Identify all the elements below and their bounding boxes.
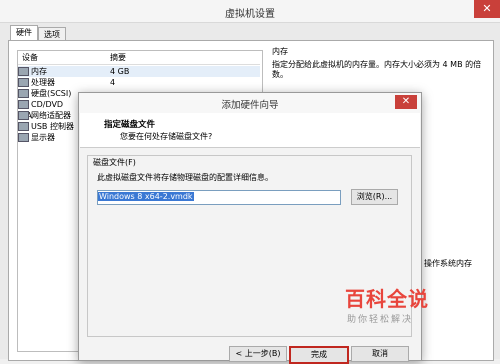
device-row-harddisk[interactable]: 硬盘(SCSI) [18, 88, 78, 99]
memory-icon [18, 67, 29, 76]
window-title: 虚拟机设置 [225, 9, 275, 20]
header-divider [18, 64, 260, 65]
memory-panel-desc: 指定分配给此虚拟机的内存量。内存大小必须为 4 MB 的倍数。 [272, 60, 482, 79]
disk-file-input[interactable]: Windows 8 x64-2.vmdk [97, 190, 341, 205]
guest-os-memory-label: 操作系统内存 [424, 259, 472, 268]
wizard-heading: 指定磁盘文件 [104, 120, 156, 130]
window-title-bar: 虚拟机设置 ✕ [0, 0, 500, 23]
display-icon [18, 133, 29, 142]
cdrom-icon [18, 100, 29, 109]
device-name: 显示器 [31, 133, 55, 142]
device-name: 网络适配器 [31, 111, 71, 120]
column-header-summary[interactable]: 摘要 [110, 52, 126, 64]
dialog-title-bar: 添加硬件向导 ✕ [79, 93, 421, 113]
harddisk-icon [18, 89, 29, 98]
close-icon[interactable]: ✕ [395, 95, 417, 109]
device-summary: 4 [110, 78, 116, 87]
device-row-network[interactable]: 网络适配器 [18, 110, 78, 121]
device-row-memory[interactable]: 内存 4 GB [18, 66, 260, 77]
wizard-header: 指定磁盘文件 您要在何处存储磁盘文件? [80, 113, 420, 148]
watermark-main: 百科全说 [345, 287, 429, 311]
usb-icon [18, 122, 29, 131]
device-row-display[interactable]: 显示器 [18, 132, 78, 143]
memory-panel-title: 内存 [272, 47, 288, 56]
device-name: 处理器 [31, 78, 55, 87]
device-name: 内存 [31, 67, 47, 76]
watermark: 百科全说 助你轻松解决 [345, 283, 465, 335]
back-button[interactable]: < 上一步(B) [229, 346, 287, 362]
disk-file-desc: 此虚拟磁盘文件将存储物理磁盘的配置详细信息。 [97, 173, 273, 182]
disk-file-value: Windows 8 x64-2.vmdk [98, 192, 194, 201]
device-row-usb[interactable]: USB 控制器 [18, 121, 78, 132]
dialog-title: 添加硬件向导 [221, 100, 279, 111]
tab-hardware[interactable]: 硬件 [10, 25, 38, 40]
column-header-device[interactable]: 设备 [22, 52, 38, 64]
device-row-cdrom[interactable]: CD/DVD (SA [18, 99, 78, 120]
processor-icon [18, 78, 29, 87]
device-row-processor[interactable]: 处理器 4 [18, 77, 260, 88]
tab-options[interactable]: 选项 [38, 27, 66, 40]
finish-button[interactable]: 完成 [289, 346, 349, 364]
browse-button[interactable]: 浏览(R)... [351, 189, 398, 205]
wizard-subheading: 您要在何处存储磁盘文件? [120, 132, 213, 141]
cancel-button[interactable]: 取消 [351, 346, 409, 362]
device-name: 硬盘(SCSI) [31, 89, 72, 98]
network-icon [18, 111, 29, 120]
watermark-sub: 助你轻松解决 [347, 315, 414, 325]
disk-file-label: 磁盘文件(F) [93, 158, 136, 167]
device-summary: 4 GB [110, 67, 130, 76]
close-icon[interactable]: ✕ [474, 0, 500, 18]
device-name: USB 控制器 [31, 122, 74, 131]
